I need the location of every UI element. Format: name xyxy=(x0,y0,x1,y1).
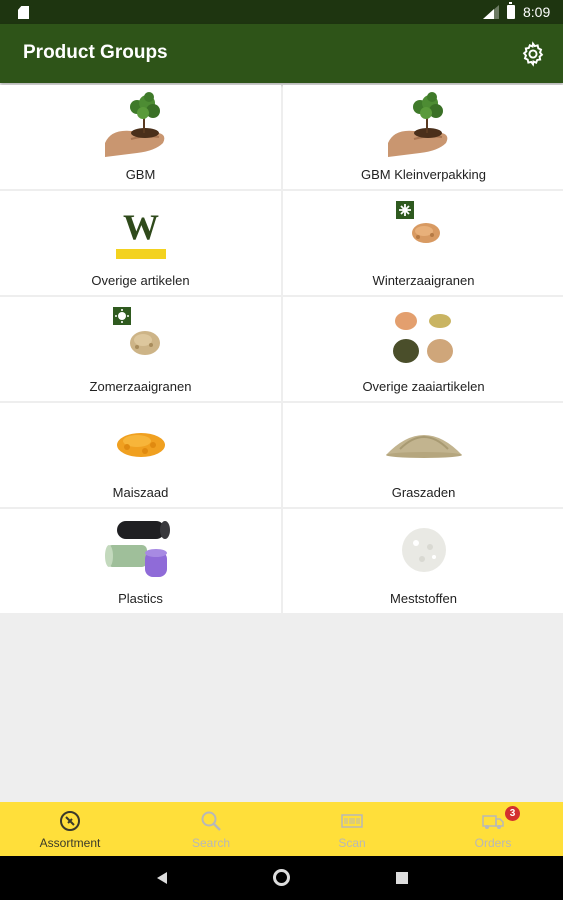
group-label: Overige zaaiartikelen xyxy=(362,379,485,394)
group-label: Winterzaaigranen xyxy=(372,273,475,288)
system-navigation-bar xyxy=(0,856,563,900)
signal-icon xyxy=(483,5,499,19)
orders-count-badge: 3 xyxy=(505,806,520,821)
plant-in-hand-icon xyxy=(387,92,447,157)
bottom-navigation: Assortment Search Scan Orders xyxy=(0,802,563,856)
plant-in-hand-icon xyxy=(104,92,164,157)
nav-label: Assortment xyxy=(39,836,101,850)
group-label: Plastics xyxy=(118,591,163,606)
group-label: GBM Kleinverpakking xyxy=(361,167,486,182)
search-icon xyxy=(201,811,221,831)
summer-grain-icon xyxy=(112,307,160,355)
winter-grain-icon xyxy=(395,201,440,243)
w-logo-icon: W xyxy=(115,207,166,259)
group-tile-gbm-kleinverpakking[interactable]: GBM Kleinverpakking xyxy=(283,85,563,189)
mixed-seeds-icon xyxy=(392,312,453,363)
group-label: Overige artikelen xyxy=(91,273,190,288)
group-label: Meststoffen xyxy=(390,591,457,606)
status-time: 8:09 xyxy=(523,4,551,20)
app-bar: Product Groups xyxy=(0,24,563,83)
status-bar: 8:09 xyxy=(0,0,563,24)
group-label: Graszaden xyxy=(391,485,456,500)
grass-seed-icon xyxy=(385,435,462,458)
group-tile-zomerzaaigranen[interactable]: Zomerzaaigranen xyxy=(0,297,281,401)
settings-gear-icon[interactable] xyxy=(520,41,546,67)
group-tile-meststoffen[interactable]: Meststoffen xyxy=(283,509,563,613)
group-tile-gbm[interactable]: GBM xyxy=(0,85,281,189)
group-tile-graszaden[interactable]: Graszaden xyxy=(283,403,563,507)
back-icon[interactable] xyxy=(157,872,167,884)
truck-icon xyxy=(482,815,504,829)
nav-label: Orders xyxy=(474,836,512,850)
nav-scan[interactable]: Scan xyxy=(282,802,422,856)
nav-orders[interactable]: Orders xyxy=(423,802,563,856)
sd-card-icon xyxy=(18,6,29,19)
barcode-icon xyxy=(341,814,363,828)
w-logo-text: W xyxy=(123,207,159,247)
group-tile-winterzaaigranen[interactable]: Winterzaaigranen xyxy=(283,191,563,295)
page-title: Product Groups xyxy=(23,42,168,63)
corn-seed-icon xyxy=(116,433,165,457)
group-label: Zomerzaaigranen xyxy=(89,379,192,394)
nav-label: Search xyxy=(191,836,231,850)
home-icon[interactable] xyxy=(273,869,290,886)
assortment-icon xyxy=(60,811,80,831)
recent-apps-icon[interactable] xyxy=(396,872,408,884)
fertilizer-icon xyxy=(401,528,446,572)
nav-assortment[interactable]: Assortment xyxy=(0,802,140,856)
battery-icon xyxy=(507,2,515,19)
group-tile-maiszaad[interactable]: Maiszaad xyxy=(0,403,281,507)
group-label: Maiszaad xyxy=(112,485,169,500)
group-tile-overige-zaaiartikelen[interactable]: Overige zaaiartikelen xyxy=(283,297,563,401)
group-tile-plastics[interactable]: Plastics xyxy=(0,509,281,613)
plastic-rolls-icon xyxy=(104,521,170,577)
nav-label: Scan xyxy=(338,836,366,850)
group-tile-overige-artikelen[interactable]: W Overige artikelen xyxy=(0,191,281,295)
group-label: GBM xyxy=(125,167,156,182)
nav-search[interactable]: Search xyxy=(141,802,281,856)
